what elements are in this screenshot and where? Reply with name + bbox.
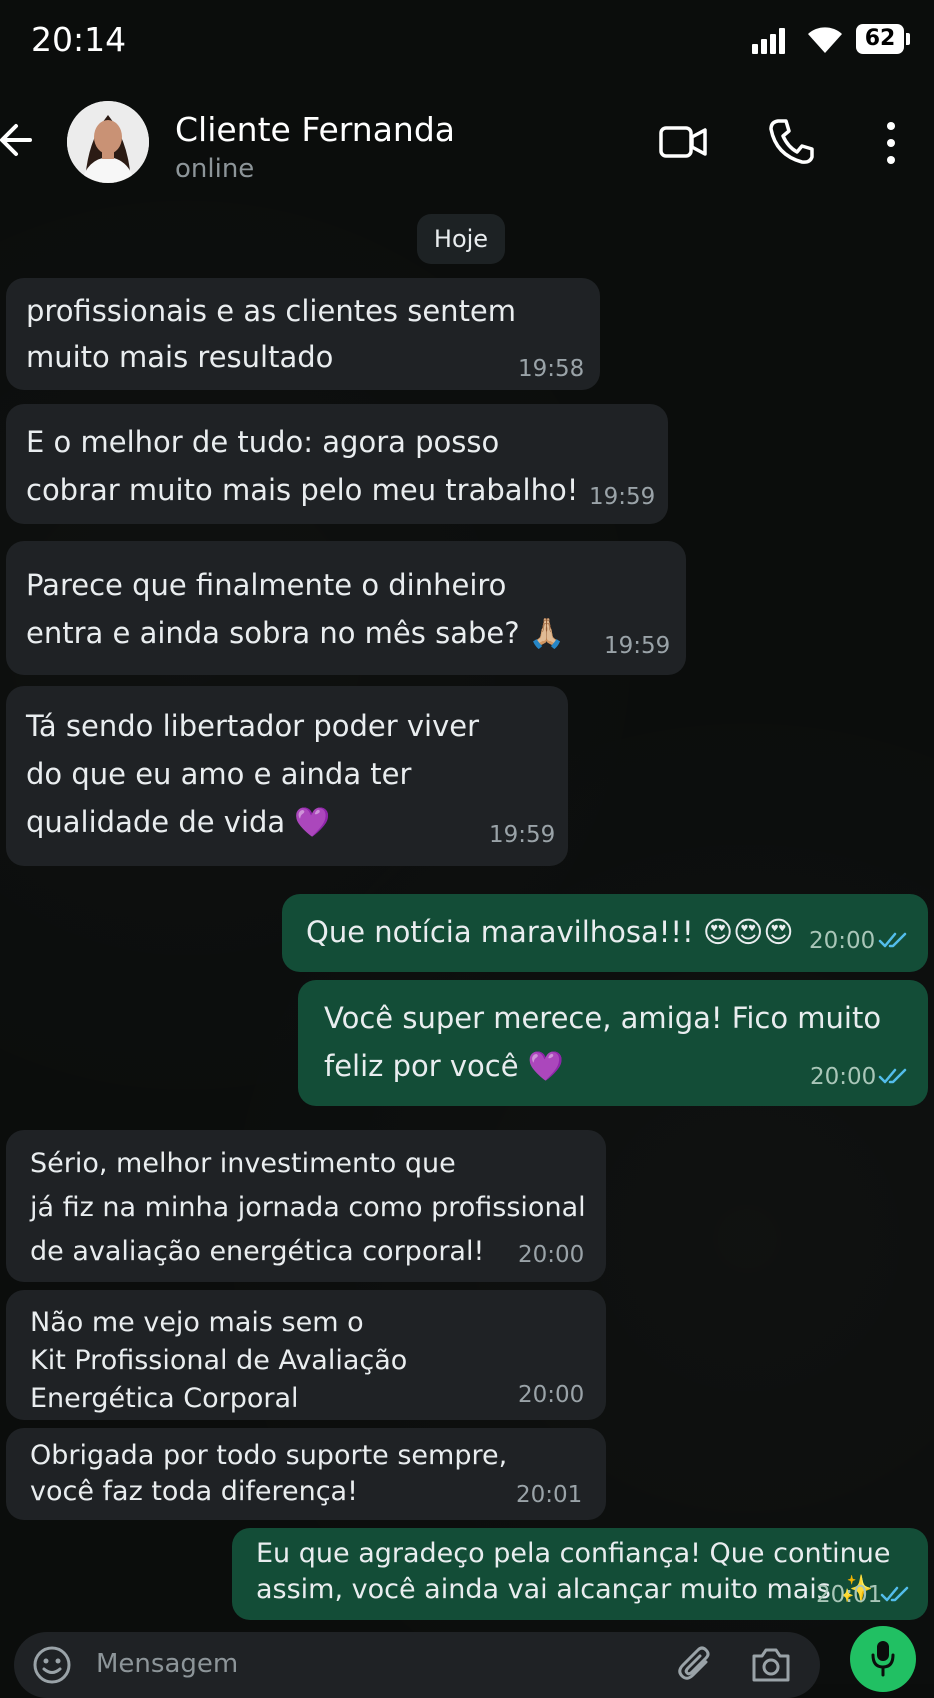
message-bubble-incoming[interactable]: Obrigada por todo suporte sempre, você f… [6, 1428, 606, 1520]
message-text: Que notícia maravilhosa!!! 😍😍😍 [306, 915, 794, 949]
read-receipt-icon [880, 1586, 909, 1602]
message-bubble-outgoing[interactable]: Eu que agradeço pela confiança! Que cont… [232, 1528, 928, 1620]
read-receipt-icon [878, 1068, 907, 1084]
back-arrow-icon[interactable] [0, 118, 36, 162]
message-text: Tá sendo libertador poder viver do que e… [26, 709, 480, 839]
message-text: Sério, melhor investimento que já fiz na… [30, 1148, 586, 1267]
message-bubble-incoming[interactable]: profissionais e as clientes sentem muito… [6, 278, 600, 390]
message-text: E o melhor de tudo: agora posso cobrar m… [26, 425, 579, 507]
message-input-placeholder: Mensagem [96, 1649, 239, 1679]
message-time: 19:59 [604, 633, 671, 659]
battery-level: 62 [864, 26, 896, 51]
message-time: 20:01 [516, 1482, 583, 1508]
message-bubble-incoming[interactable]: Não me vejo mais sem o Kit Profissional … [6, 1290, 606, 1420]
microphone-icon [871, 1641, 895, 1677]
phone-call-icon[interactable] [768, 117, 814, 165]
message-time: 20:00 [810, 1064, 877, 1090]
message-time: 20:00 [518, 1242, 585, 1268]
date-chip: Hoje [417, 214, 505, 264]
read-receipt-icon [878, 932, 907, 948]
message-input[interactable]: Mensagem [14, 1632, 820, 1698]
video-call-icon[interactable] [658, 122, 708, 162]
message-text: profissionais e as clientes sentem muito… [26, 294, 517, 374]
emoji-icon[interactable] [32, 1645, 72, 1685]
camera-icon[interactable] [750, 1646, 792, 1684]
status-time: 20:14 [31, 20, 127, 59]
wifi-icon [808, 27, 842, 53]
message-text: Parece que finalmente o dinheiro entra e… [26, 568, 565, 650]
message-composer: Mensagem [0, 1626, 934, 1698]
status-bar: 20:14 62 [0, 0, 934, 84]
battery-indicator: 62 [856, 24, 910, 54]
message-bubble-incoming[interactable]: Parece que finalmente o dinheiro entra e… [6, 541, 686, 675]
message-text: Não me vejo mais sem o Kit Profissional … [30, 1307, 408, 1414]
signal-icon [752, 26, 792, 54]
chat-header: Cliente Fernanda online [0, 84, 934, 200]
contact-avatar[interactable] [67, 101, 149, 183]
message-time: 19:59 [489, 822, 556, 848]
message-bubble-incoming[interactable]: E o melhor de tudo: agora posso cobrar m… [6, 404, 668, 524]
contact-status: online [175, 154, 255, 184]
message-time: 19:59 [589, 484, 656, 510]
voice-message-button[interactable] [850, 1626, 916, 1692]
message-text: Eu que agradeço pela confiança! Que cont… [256, 1538, 891, 1605]
message-time: 20:01 [816, 1582, 883, 1608]
message-time: 20:00 [809, 928, 876, 954]
message-bubble-outgoing[interactable]: Que notícia maravilhosa!!! 😍😍😍 20:00 [282, 894, 928, 972]
message-bubble-outgoing[interactable]: Você super merece, amiga! Fico muito fel… [298, 980, 928, 1106]
message-bubble-incoming[interactable]: Sério, melhor investimento que já fiz na… [6, 1130, 606, 1282]
message-time: 20:00 [518, 1382, 585, 1408]
message-text: Você super merece, amiga! Fico muito fel… [324, 1001, 882, 1083]
more-options-icon[interactable] [884, 122, 896, 164]
message-time: 19:58 [518, 356, 585, 382]
message-text: Obrigada por todo suporte sempre, você f… [30, 1440, 508, 1507]
message-bubble-incoming[interactable]: Tá sendo libertador poder viver do que e… [6, 686, 568, 866]
attach-icon[interactable] [676, 1644, 716, 1686]
contact-name[interactable]: Cliente Fernanda [175, 110, 455, 149]
